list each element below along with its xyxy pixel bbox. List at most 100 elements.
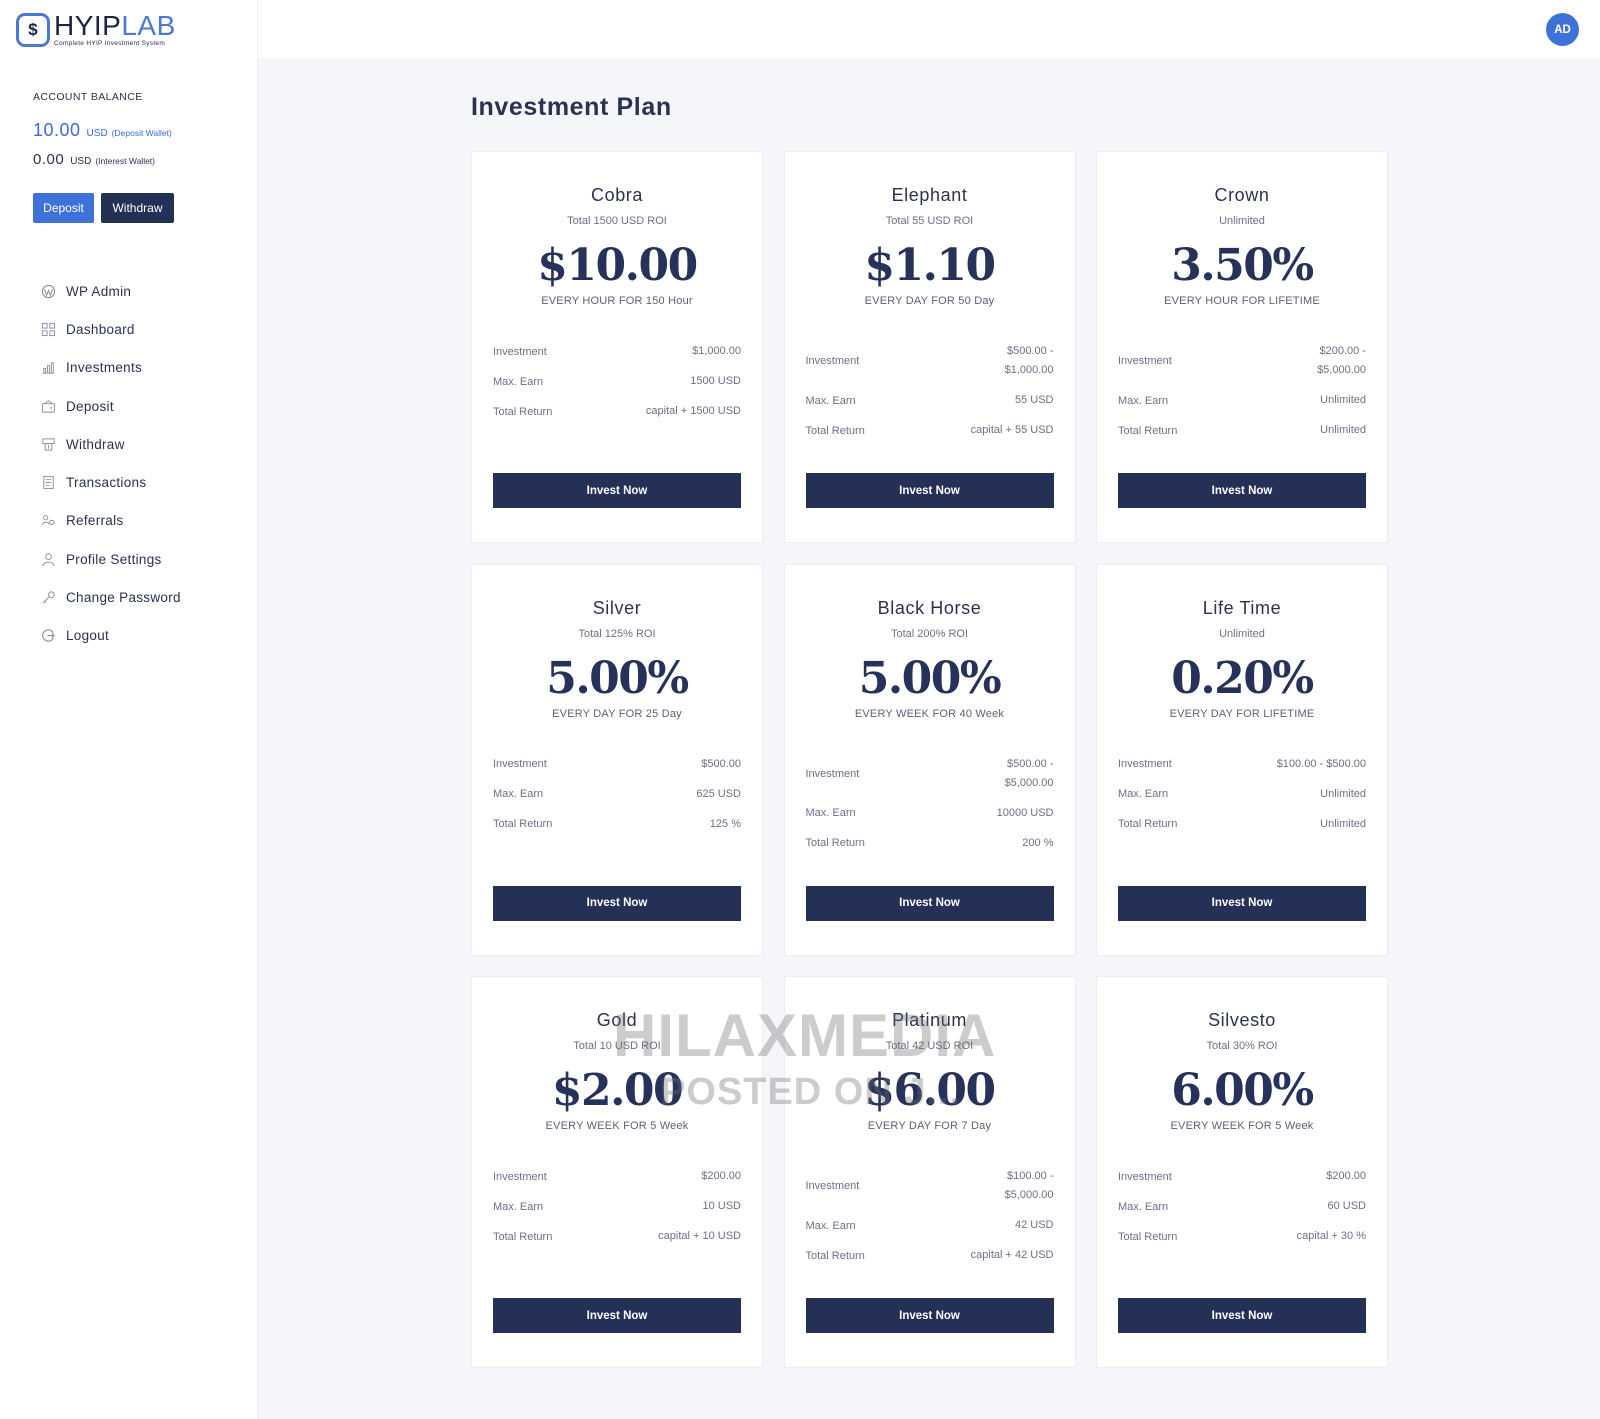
invest-now-button[interactable]: Invest Now xyxy=(1118,885,1366,921)
sidebar-item-label: Change Password xyxy=(66,590,181,606)
transactions-icon xyxy=(40,475,56,491)
sidebar-item-label: Withdraw xyxy=(66,436,125,452)
sidebar-item-label: Dashboard xyxy=(66,321,135,337)
sidebar-item-investments[interactable]: Investments xyxy=(40,349,181,387)
dashboard-grid-icon xyxy=(40,321,56,337)
plan-rate: 6.00% xyxy=(1171,1065,1314,1116)
max-earn-row: Max. Earn Unlimited xyxy=(1118,785,1366,804)
investment-label: Investment xyxy=(1118,355,1172,367)
sidebar-item-wp-admin[interactable]: WP Admin xyxy=(40,272,181,310)
max-earn-value: 625 USD xyxy=(696,787,741,800)
total-return-label: Total Return xyxy=(805,424,865,437)
investment-value: $500.00 xyxy=(701,757,741,770)
plan-details: Investment $200.00 - $5,000.00 Max. Earn… xyxy=(1118,342,1366,451)
sidebar-item-deposit[interactable]: Deposit xyxy=(40,387,181,425)
plan-frequency: EVERY DAY FOR 25 Day xyxy=(552,707,682,720)
invest-now-button[interactable]: Invest Now xyxy=(493,885,741,921)
plan-rate: $10.00 xyxy=(537,240,698,291)
sidebar-item-profile-settings[interactable]: Profile Settings xyxy=(40,540,181,578)
plan-frequency: EVERY HOUR FOR 150 Hour xyxy=(541,295,693,307)
deposit-wallet-note: (Deposit Wallet) xyxy=(111,128,172,138)
sidebar-item-label: Referrals xyxy=(66,513,124,529)
plan-card-elephant: Elephant Total 55 USD ROI $1.10 EVERY DA… xyxy=(783,151,1076,543)
total-return-row: Total Return capital + 10 USD xyxy=(493,1227,741,1246)
sidebar-item-withdraw[interactable]: Withdraw xyxy=(40,425,181,463)
total-return-value: capital + 55 USD xyxy=(970,424,1054,436)
referrals-icon xyxy=(40,513,56,529)
plan-grid: Cobra Total 1500 USD ROI $10.00 EVERY HO… xyxy=(471,151,1388,1368)
investment-value: $200.00 - $5,000.00 xyxy=(1317,345,1366,376)
invest-now-button[interactable]: Invest Now xyxy=(493,1298,741,1333)
max-earn-row: Max. Earn 10000 USD xyxy=(806,804,1054,823)
total-return-value: capital + 10 USD xyxy=(658,1230,741,1242)
interest-wallet-amount: 0.00 xyxy=(33,151,65,168)
plan-name: Platinum xyxy=(892,1010,967,1030)
invest-now-button[interactable]: Invest Now xyxy=(1118,473,1366,508)
total-return-value: 200 % xyxy=(1022,836,1054,849)
investment-label: Investment xyxy=(493,1170,547,1183)
max-earn-label: Max. Earn xyxy=(493,788,544,800)
plan-card-gold: Gold Total 10 USD ROI $2.00 EVERY WEEK F… xyxy=(471,976,763,1368)
invest-now-button[interactable]: Invest Now xyxy=(805,885,1054,921)
plan-details: Investment $500.00 - $5,000.00 Max. Earn… xyxy=(806,755,1054,864)
plan-frequency: EVERY WEEK FOR 5 Week xyxy=(545,1120,689,1132)
sidebar-item-transactions[interactable]: Transactions xyxy=(40,463,181,501)
total-return-value: capital + 42 USD xyxy=(970,1249,1054,1261)
avatar[interactable]: AD xyxy=(1546,13,1579,46)
max-earn-row: Max. Earn Unlimited xyxy=(1118,391,1366,410)
invest-now-button[interactable]: Invest Now xyxy=(805,473,1054,508)
sidebar-nav: WP Admin Dashboard Investments Deposit W… xyxy=(40,272,181,655)
deposit-wallet-icon xyxy=(40,398,56,414)
plan-name: Life Time xyxy=(1202,597,1282,618)
max-earn-label: Max. Earn xyxy=(493,1200,544,1213)
plan-rate: $2.00 xyxy=(551,1065,684,1116)
withdraw-button[interactable]: Withdraw xyxy=(101,193,174,223)
max-earn-value: 55 USD xyxy=(1014,394,1054,406)
total-return-row: Total Return 125 % xyxy=(493,815,741,834)
plan-roi-summary: Total 42 USD ROI xyxy=(885,1040,974,1052)
total-return-value: Unlimited xyxy=(1320,424,1366,436)
brand-logo[interactable]: $ HYIPLAB Complete HYIP Investment Syste… xyxy=(16,12,176,48)
plan-roi-summary: Total 55 USD ROI xyxy=(885,215,974,227)
investment-row: Investment $100.00 - $500.00 xyxy=(1118,755,1366,774)
sidebar: $ HYIPLAB Complete HYIP Investment Syste… xyxy=(0,0,258,1419)
investment-row: Investment $200.00 xyxy=(493,1167,741,1186)
plan-frequency: EVERY DAY FOR 50 Day xyxy=(864,295,995,307)
invest-now-button[interactable]: Invest Now xyxy=(1118,1298,1366,1333)
investment-row: Investment $500.00 xyxy=(493,755,741,774)
plan-details: Investment $100.00 - $5,000.00 Max. Earn… xyxy=(806,1167,1054,1276)
total-return-label: Total Return xyxy=(493,1230,553,1243)
total-return-label: Total Return xyxy=(1118,818,1178,830)
deposit-button[interactable]: Deposit xyxy=(33,193,94,223)
sidebar-item-change-password[interactable]: Change Password xyxy=(40,578,181,616)
plan-rate: 5.00% xyxy=(858,652,1002,704)
max-earn-row: Max. Earn 60 USD xyxy=(1118,1197,1366,1216)
max-earn-value: 42 USD xyxy=(1014,1219,1054,1231)
investment-value: $100.00 - $500.00 xyxy=(1276,757,1366,770)
plan-card-silvesto: Silvesto Total 30% ROI 6.00% EVERY WEEK … xyxy=(1096,976,1388,1368)
invest-now-button[interactable]: Invest Now xyxy=(805,1298,1054,1333)
sidebar-item-label: Profile Settings xyxy=(66,551,162,567)
total-return-value: capital + 1500 USD xyxy=(645,405,741,417)
sidebar-item-referrals[interactable]: Referrals xyxy=(40,502,181,540)
investment-row: Investment $500.00 - $5,000.00 xyxy=(806,755,1054,793)
max-earn-value: 10 USD xyxy=(702,1200,741,1212)
plan-rate: $1.10 xyxy=(864,240,996,291)
plan-frequency: EVERY WEEK FOR 40 Week xyxy=(854,707,1005,720)
brand-name-accent: LAB xyxy=(121,10,176,41)
plan-name: Silver xyxy=(592,597,642,618)
sidebar-item-logout[interactable]: Logout xyxy=(40,617,181,655)
interest-wallet-unit: USD xyxy=(70,156,92,167)
investment-row: Investment $500.00 - $1,000.00 xyxy=(806,342,1054,380)
plan-roi-summary: Total 125% ROI xyxy=(578,627,656,640)
plan-name: Cobra xyxy=(590,185,644,205)
plan-rate: $6.00 xyxy=(864,1065,996,1116)
total-return-row: Total Return capital + 42 USD xyxy=(806,1246,1054,1265)
sidebar-item-dashboard[interactable]: Dashboard xyxy=(40,310,181,348)
max-earn-label: Max. Earn xyxy=(1118,1200,1169,1213)
invest-now-button[interactable]: Invest Now xyxy=(493,473,741,508)
plan-card-platinum: Platinum Total 42 USD ROI $6.00 EVERY DA… xyxy=(783,976,1076,1368)
plan-rate: 3.50% xyxy=(1171,240,1314,291)
plan-frequency: EVERY DAY FOR LIFETIME xyxy=(1169,707,1315,720)
total-return-value: capital + 30 % xyxy=(1296,1230,1366,1242)
